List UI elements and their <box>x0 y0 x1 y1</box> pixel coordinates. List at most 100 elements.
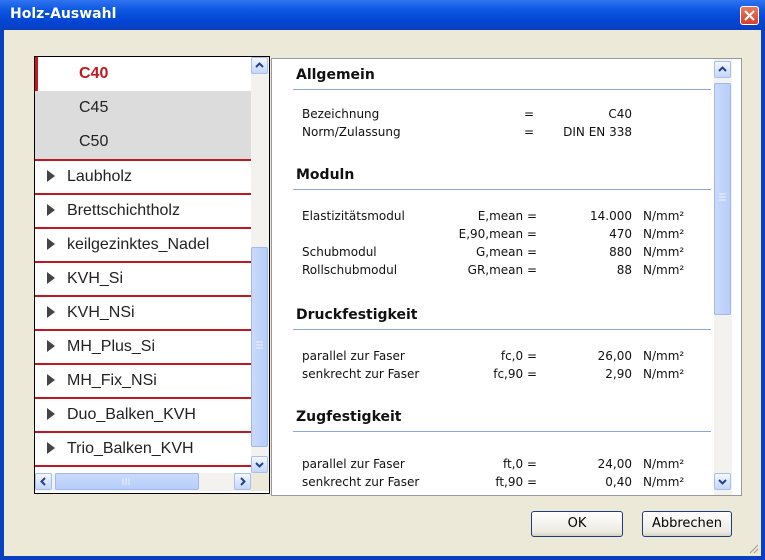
section-divider <box>293 89 711 90</box>
list-vertical-scrollbar[interactable] <box>251 57 269 473</box>
property-value: 14.000 <box>590 209 632 223</box>
expand-arrow-icon[interactable] <box>47 442 55 454</box>
properties-panel: Allgemein Bezeichnung = C40 Norm/Zulassu… <box>271 58 742 496</box>
property-value: 470 <box>609 227 632 241</box>
scroll-down-button[interactable] <box>714 473 731 490</box>
property-label: parallel zur Faser <box>302 349 405 363</box>
property-unit: N/mm² <box>643 209 685 223</box>
property-unit: N/mm² <box>643 367 685 381</box>
scroll-down-button[interactable] <box>251 456 268 473</box>
title-bar[interactable]: Holz-Auswahl <box>0 0 765 30</box>
expand-arrow-icon[interactable] <box>47 204 55 216</box>
property-symbol: G,mean = <box>475 245 537 259</box>
property-unit: N/mm² <box>643 245 685 259</box>
property-unit: N/mm² <box>643 263 685 277</box>
property-value: 2,90 <box>605 367 632 381</box>
properties-vertical-scrollbar[interactable] <box>714 59 732 495</box>
scroll-thumb[interactable] <box>714 83 731 315</box>
section-divider <box>293 329 711 330</box>
property-symbol: ft,0 = <box>502 457 537 471</box>
scroll-thumb[interactable] <box>251 247 268 447</box>
property-value: DIN EN 338 <box>563 125 632 139</box>
group-kvh-si[interactable]: KVH_Si <box>35 261 251 295</box>
section-divider <box>293 431 711 432</box>
property-symbol: fc,90 = <box>493 367 537 381</box>
group-mh-plus-si[interactable]: MH_Plus_Si <box>35 329 251 363</box>
dialog-client-area: C40 C45 C50 Laubholz Brettschichtholz ke… <box>4 30 761 556</box>
chevron-up-icon <box>718 66 727 72</box>
property-label: parallel zur Faser <box>302 457 405 471</box>
group-label: Brettschichtholz <box>67 202 180 219</box>
selection-marker <box>35 57 38 93</box>
list-item-c50[interactable]: C50 <box>35 125 251 159</box>
dialog-window: Holz-Auswahl C40 C45 C50 Laubholz Bretts… <box>0 0 765 560</box>
expand-arrow-icon[interactable] <box>47 238 55 250</box>
group-label: Duo_Balken_KVH <box>67 406 196 423</box>
property-value: C40 <box>608 107 632 121</box>
list-viewport: C40 C45 C50 Laubholz Brettschichtholz ke… <box>35 57 251 473</box>
expand-arrow-icon[interactable] <box>47 170 55 182</box>
property-unit: N/mm² <box>643 457 685 471</box>
property-label: Elastizitätsmodul <box>302 209 405 223</box>
ok-button[interactable]: OK <box>531 511 623 537</box>
cancel-button[interactable]: Abbrechen <box>642 511 732 537</box>
section-heading-moduln: Moduln <box>296 167 355 183</box>
wood-type-list: C40 C45 C50 Laubholz Brettschichtholz ke… <box>34 56 270 494</box>
equals-sign: = <box>524 107 535 121</box>
section-heading-allgemein: Allgemein <box>296 67 375 83</box>
property-symbol: fc,0 = <box>500 349 537 363</box>
group-laubholz[interactable]: Laubholz <box>35 159 251 193</box>
list-item-c40[interactable]: C40 <box>35 57 251 93</box>
group-kvh-nsi[interactable]: KVH_NSi <box>35 295 251 329</box>
equals-sign: = <box>524 125 535 139</box>
group-mh-fix-nsi[interactable]: MH_Fix_NSi <box>35 363 251 397</box>
property-label: senkrecht zur Faser <box>302 475 420 489</box>
group-trio-balken-kvh[interactable]: Trio_Balken_KVH <box>35 431 251 465</box>
group-label: KVH_NSi <box>67 304 135 321</box>
property-label: senkrecht zur Faser <box>302 367 420 381</box>
scroll-up-button[interactable] <box>714 61 731 78</box>
close-button[interactable] <box>740 6 759 25</box>
section-divider <box>293 189 711 190</box>
property-value: 26,00 <box>597 349 632 363</box>
property-value: 0,40 <box>605 475 632 489</box>
list-item-label: C40 <box>79 65 109 82</box>
property-value: 24,00 <box>597 457 632 471</box>
scrollbar-corner <box>251 473 269 491</box>
property-symbol: E,90,mean = <box>458 227 537 241</box>
resize-grip-icon[interactable] <box>749 544 759 554</box>
group-keilgezinktes-nadel[interactable]: keilgezinktes_Nadel <box>35 227 251 261</box>
scroll-thumb[interactable] <box>55 473 199 490</box>
property-value: 880 <box>609 245 632 259</box>
group-label: MH_Plus_Si <box>67 338 156 355</box>
property-label: Bezeichnung <box>302 107 380 121</box>
property-unit: N/mm² <box>643 227 685 241</box>
scroll-left-button[interactable] <box>35 473 52 490</box>
property-label: Schubmodul <box>302 245 377 259</box>
expand-arrow-icon[interactable] <box>47 272 55 284</box>
scroll-up-button[interactable] <box>251 57 268 74</box>
scroll-right-button[interactable] <box>234 473 251 490</box>
property-label: Norm/Zulassung <box>302 125 401 139</box>
section-heading-zugfestigkeit: Zugfestigkeit <box>296 409 402 425</box>
group-duo-balken-kvh[interactable]: Duo_Balken_KVH <box>35 397 251 431</box>
list-horizontal-scrollbar[interactable] <box>35 473 251 491</box>
list-item-partial <box>35 465 251 473</box>
expand-arrow-icon[interactable] <box>47 340 55 352</box>
expand-arrow-icon[interactable] <box>47 374 55 386</box>
list-item-c45[interactable]: C45 <box>35 91 251 125</box>
group-brettschichtholz[interactable]: Brettschichtholz <box>35 193 251 227</box>
expand-arrow-icon[interactable] <box>47 306 55 318</box>
chevron-left-icon <box>40 477 46 486</box>
window-title: Holz-Auswahl <box>10 6 117 22</box>
chevron-down-icon <box>718 479 727 485</box>
group-label: KVH_Si <box>67 270 124 287</box>
group-label: MH_Fix_NSi <box>67 372 157 389</box>
close-icon <box>744 10 755 21</box>
property-unit: N/mm² <box>643 349 685 363</box>
property-symbol: E,mean = <box>477 209 537 223</box>
grip-icon <box>256 341 263 349</box>
property-unit: N/mm² <box>643 475 685 489</box>
grip-icon <box>122 478 130 485</box>
expand-arrow-icon[interactable] <box>47 408 55 420</box>
